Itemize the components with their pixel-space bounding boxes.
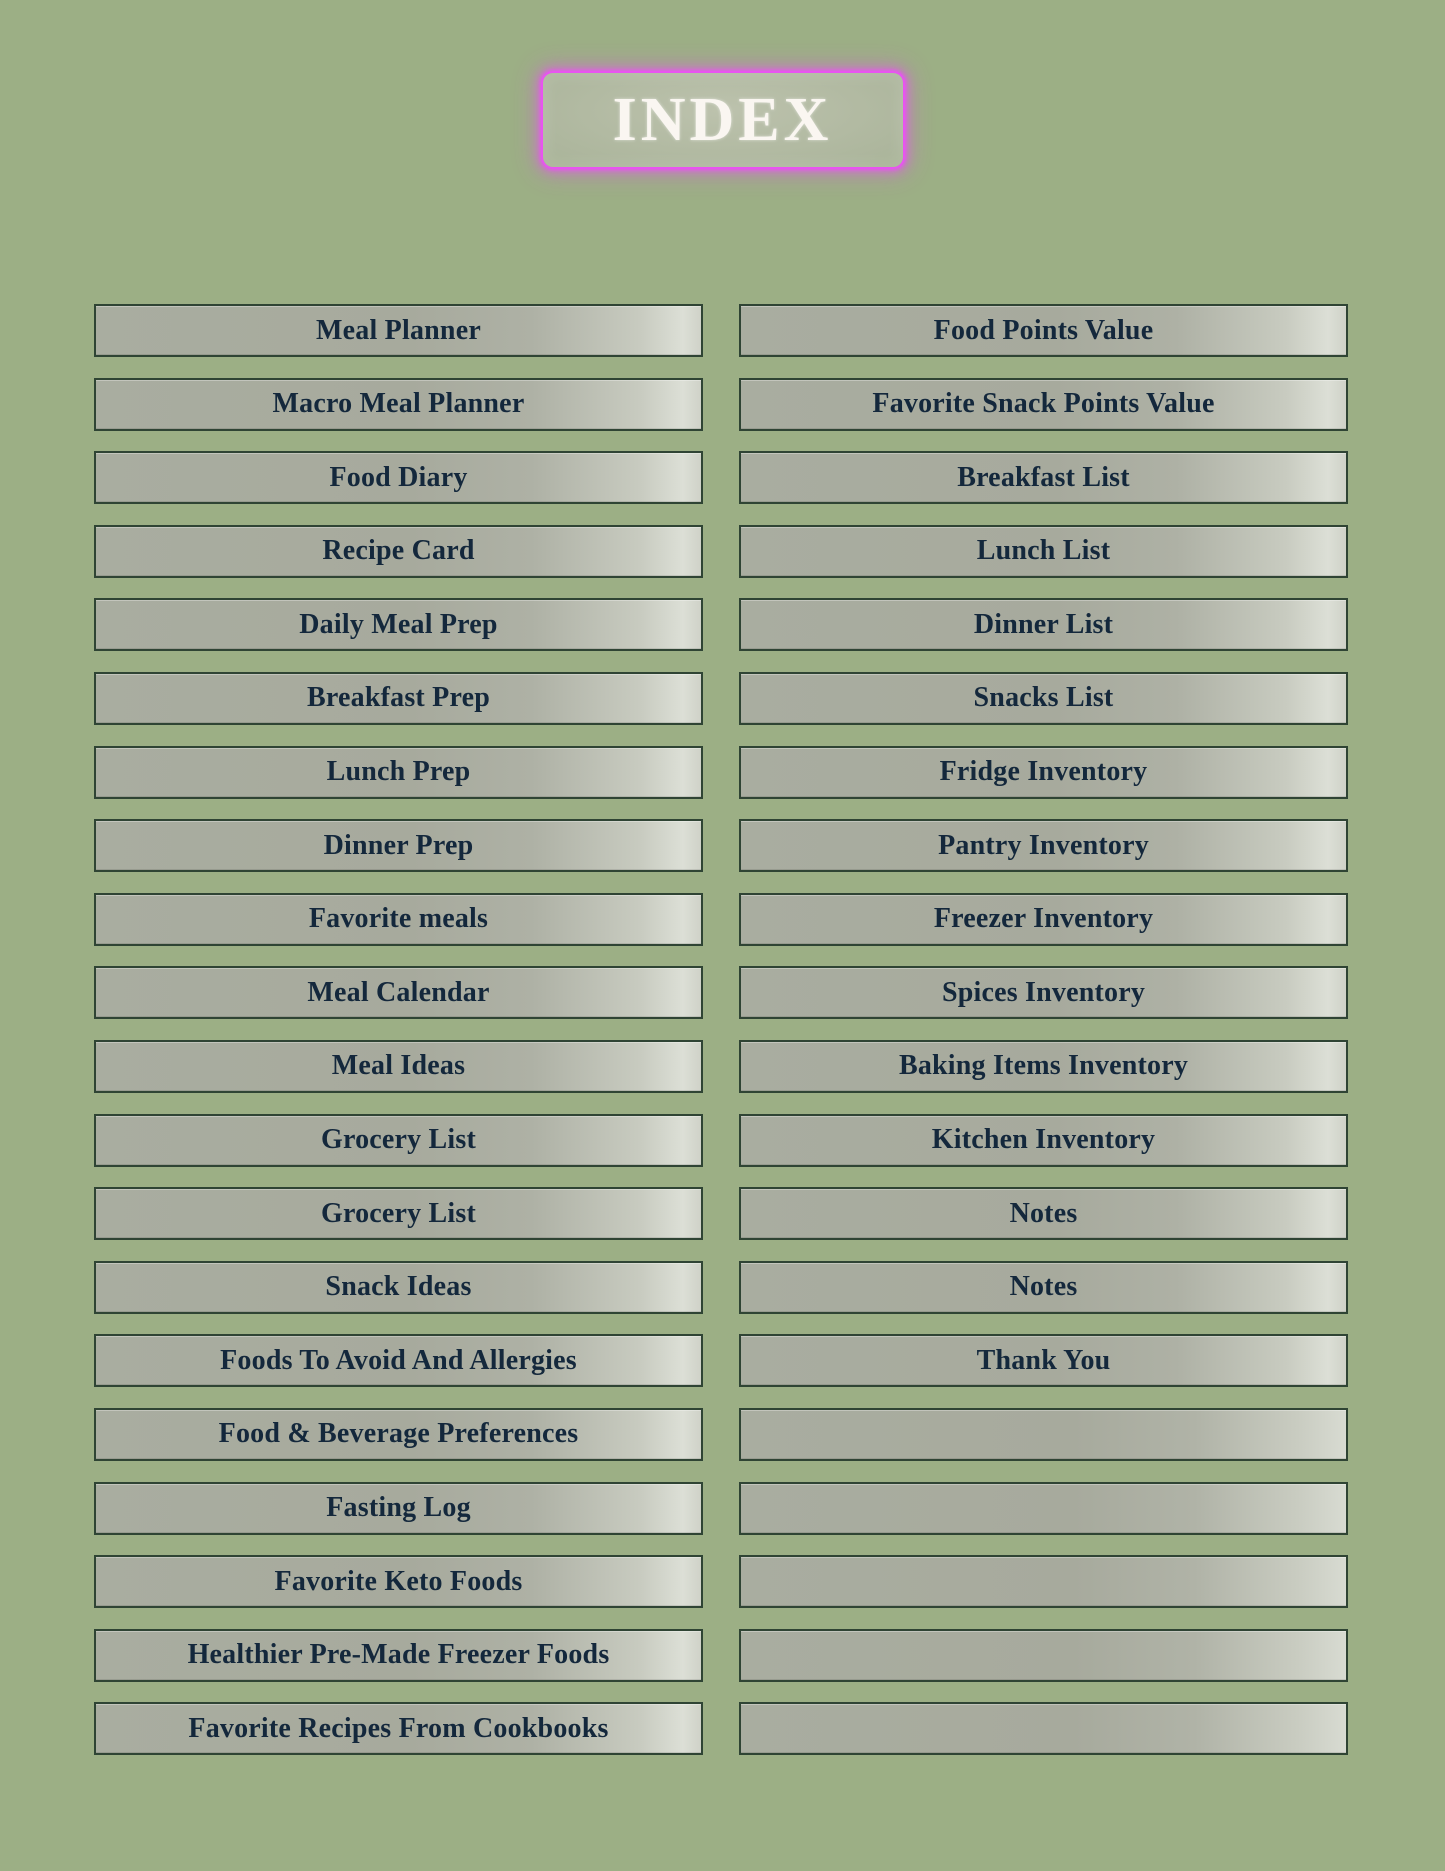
index-entry-empty[interactable] [739, 1481, 1348, 1535]
index-columns: Meal Planner Macro Meal Planner Food Diary… [94, 304, 1348, 1756]
index-entry-label: Notes [1009, 1197, 1078, 1229]
page-title: INDEX [612, 86, 833, 154]
index-entry[interactable]: Meal Planner [94, 304, 703, 357]
index-entry-label: Daily Meal Prep [299, 608, 498, 640]
index-entry-empty[interactable] [739, 1702, 1348, 1756]
index-entry[interactable]: Meal Calendar [94, 966, 703, 1020]
index-entry[interactable]: Meal Ideas [94, 1039, 703, 1093]
index-entry-empty[interactable] [739, 1407, 1348, 1461]
index-entry[interactable]: Snacks List [739, 671, 1348, 725]
index-entry-label: Grocery List [320, 1197, 477, 1229]
index-entry-label: Favorite meals [308, 903, 489, 935]
index-entry-label: Pantry Inventory [938, 829, 1149, 861]
index-entry[interactable]: Favorite Recipes From Cookbooks [94, 1702, 703, 1756]
index-entry-label: Favorite Keto Foods [274, 1565, 523, 1597]
index-entry-label: Meal Ideas [331, 1050, 466, 1082]
index-entry[interactable]: Thank You [739, 1334, 1348, 1388]
index-entry-label: Breakfast Prep [307, 682, 490, 714]
index-entry-label: Snacks List [973, 682, 1114, 714]
index-entry-label: Freezer Inventory [933, 903, 1154, 935]
index-entry-label: Fasting Log [326, 1492, 471, 1523]
index-entry-label: Food Diary [329, 461, 468, 493]
index-entry-label: Lunch Prep [326, 756, 471, 788]
index-entry[interactable]: Notes [739, 1187, 1348, 1241]
index-entry-label: Kitchen Inventory [931, 1124, 1156, 1156]
index-entry-empty[interactable] [739, 1628, 1348, 1682]
index-entry-label: Dinner Prep [323, 829, 474, 861]
index-entry-empty[interactable] [739, 1555, 1348, 1609]
index-entry-label: Favorite Recipes From Cookbooks [188, 1712, 609, 1744]
index-entry[interactable]: Notes [739, 1260, 1348, 1314]
index-entry[interactable]: Favorite meals [94, 892, 703, 946]
index-entry[interactable]: Breakfast Prep [94, 671, 703, 725]
index-right-column: Food Points Value Favorite Snack Points V… [739, 304, 1348, 1756]
index-entry-label: Macro Meal Planner [272, 388, 525, 420]
index-entry-label: Foods To Avoid And Allergies [220, 1344, 577, 1376]
index-entry[interactable]: Favorite Keto Foods [94, 1555, 703, 1609]
index-entry[interactable]: Foods To Avoid And Allergies [94, 1334, 703, 1388]
index-entry[interactable]: Fasting Log [94, 1481, 703, 1535]
index-entry[interactable]: Lunch List [739, 524, 1348, 578]
index-title-box: INDEX [540, 71, 905, 169]
index-entry-label: Food Points Value [933, 314, 1154, 346]
index-entry-label: Grocery List [320, 1124, 477, 1156]
index-entry[interactable]: Fridge Inventory [739, 745, 1348, 799]
index-entry[interactable]: Baking Items Inventory [739, 1039, 1348, 1093]
index-entry[interactable]: Pantry Inventory [739, 819, 1348, 873]
index-entry-label: Healthier Pre-Made Freezer Foods [187, 1639, 610, 1671]
index-entry[interactable]: Dinner Prep [94, 819, 703, 873]
index-entry-label: Notes [1009, 1271, 1078, 1303]
index-entry[interactable]: Macro Meal Planner [94, 377, 703, 431]
index-entry[interactable]: Recipe Card [94, 524, 703, 578]
index-entry-label: Dinner List [973, 608, 1114, 640]
index-entry[interactable]: Grocery List [94, 1113, 703, 1167]
index-title-area: INDEX [0, 0, 1445, 240]
index-entry[interactable]: Snack Ideas [94, 1260, 703, 1314]
index-entry-label: Snack Ideas [325, 1271, 472, 1303]
index-entry[interactable]: Kitchen Inventory [739, 1113, 1348, 1167]
index-entry-label: Breakfast List [957, 461, 1130, 493]
index-entry-label: Meal Calendar [307, 976, 490, 1008]
index-entry[interactable]: Food & Beverage Preferences [94, 1407, 703, 1461]
index-entry[interactable]: Food Points Value [739, 304, 1348, 357]
index-entry-label: Thank You [976, 1344, 1111, 1376]
index-entry[interactable]: Lunch Prep [94, 745, 703, 799]
index-entry-label: Recipe Card [322, 535, 475, 567]
index-left-column: Meal Planner Macro Meal Planner Food Diary… [94, 304, 703, 1756]
index-entry[interactable]: Breakfast List [739, 451, 1348, 505]
index-entry-label: Spices Inventory [941, 976, 1146, 1008]
index-entry[interactable]: Healthier Pre-Made Freezer Foods [94, 1628, 703, 1682]
index-entry-label: Meal Planner [316, 314, 481, 346]
index-entry[interactable]: Daily Meal Prep [94, 598, 703, 652]
index-entry-label: Lunch List [976, 535, 1111, 567]
index-entry[interactable]: Grocery List [94, 1187, 703, 1241]
index-entry[interactable]: Freezer Inventory [739, 892, 1348, 946]
index-entry[interactable]: Food Diary [94, 451, 703, 505]
index-entry-label: Fridge Inventory [939, 756, 1148, 788]
index-entry-label: Baking Items Inventory [898, 1050, 1189, 1082]
index-entry[interactable]: Spices Inventory [739, 966, 1348, 1020]
index-entry-label: Favorite Snack Points Value [872, 388, 1215, 420]
index-entry[interactable]: Dinner List [739, 598, 1348, 652]
index-entry-label: Food & Beverage Preferences [218, 1418, 579, 1450]
index-entry[interactable]: Favorite Snack Points Value [739, 377, 1348, 431]
